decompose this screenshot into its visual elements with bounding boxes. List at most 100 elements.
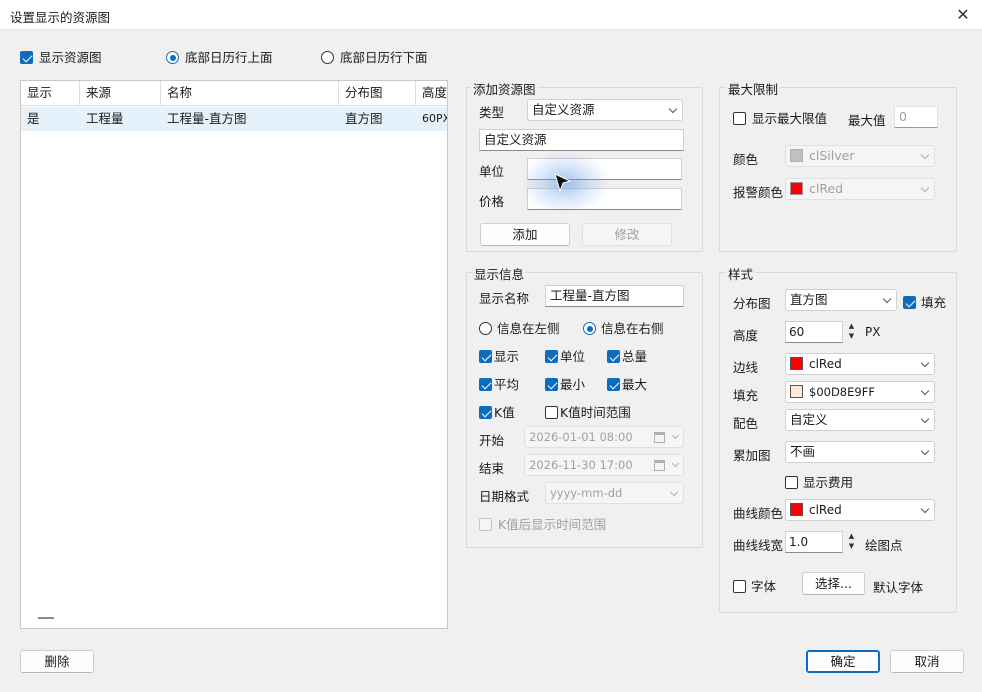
resource-name-field[interactable]: 自定义资源: [479, 129, 684, 151]
check-show[interactable]: 显示: [479, 346, 519, 365]
radio-label: 信息在右侧: [600, 321, 664, 336]
check-k-time-range[interactable]: K值时间范围: [545, 402, 631, 421]
curve-width-label: 曲线线宽: [733, 538, 784, 553]
height-stepper-buttons[interactable]: ▲ ▼: [844, 321, 859, 342]
checkbox-icon: [733, 112, 746, 125]
display-name-field[interactable]: 工程量-直方图: [545, 285, 684, 307]
chevron-down-icon: [668, 104, 678, 114]
palette-select[interactable]: 自定义: [785, 409, 935, 431]
height-unit: PX: [865, 325, 881, 339]
column-header-dist[interactable]: 分布图: [339, 81, 416, 106]
checkbox-label: 最大: [622, 377, 648, 392]
table-row[interactable]: 是 工程量 工程量-直方图 直方图 60PX: [21, 107, 447, 131]
ok-button[interactable]: 确定: [806, 650, 880, 673]
border-color-select[interactable]: clRed: [785, 353, 935, 375]
curve-width-stepper[interactable]: 1.0: [785, 531, 843, 553]
add-resource-title: 添加资源图: [471, 79, 538, 98]
check-min[interactable]: 最小: [545, 374, 585, 393]
type-label: 类型: [479, 105, 505, 120]
add-button[interactable]: 添加: [480, 223, 570, 246]
max-limit-title: 最大限制: [726, 79, 781, 98]
checkbox-label: 显示费用: [802, 475, 853, 490]
spin-down-icon[interactable]: ▼: [844, 541, 859, 551]
bottom-above-radio[interactable]: 底部日历行上面: [166, 47, 273, 66]
chevron-down-icon: [920, 446, 930, 456]
curve-color-label: 曲线颜色: [733, 506, 784, 521]
color-select[interactable]: clSilver: [785, 145, 935, 167]
color-swatch: [790, 149, 803, 162]
cell-show: 是: [27, 111, 40, 126]
chevron-down-icon: [669, 487, 679, 497]
fill-checkbox[interactable]: 填充: [903, 292, 946, 311]
end-label: 结束: [479, 461, 505, 476]
calendar-icon: [654, 432, 665, 443]
radio-icon: [583, 322, 596, 335]
start-datetime-picker[interactable]: 2026-01-01 08:00: [524, 426, 684, 448]
chevron-down-icon: [920, 150, 930, 160]
close-icon[interactable]: ✕: [952, 4, 974, 26]
checkbox-icon: [733, 580, 746, 593]
dist-select[interactable]: 直方图: [785, 289, 897, 311]
resource-chart-grid[interactable]: 显示 来源 名称 分布图 高度 是 工程量 工程量-直方图 直方图 60PX: [20, 80, 448, 629]
check-k-value[interactable]: K值: [479, 402, 515, 421]
checkbox-label: 单位: [560, 349, 586, 364]
checkbox-label: K值后显示时间范围: [497, 517, 607, 532]
checkbox-icon: [545, 350, 558, 363]
column-header-source[interactable]: 来源: [80, 81, 161, 106]
column-header-show[interactable]: 显示: [21, 81, 80, 106]
max-value-field[interactable]: 0: [894, 106, 938, 128]
show-cost-checkbox[interactable]: 显示费用: [785, 472, 853, 491]
type-select[interactable]: 自定义资源: [527, 99, 683, 121]
curve-width-stepper-buttons[interactable]: ▲ ▼: [844, 531, 859, 552]
checkbox-label: K值时间范围: [560, 405, 631, 420]
height-stepper[interactable]: 60: [785, 321, 843, 343]
chevron-down-icon: [920, 183, 930, 193]
border-color-swatch: [790, 357, 803, 370]
check-average[interactable]: 平均: [479, 374, 519, 393]
border-color-value: clRed: [809, 357, 842, 371]
info-right-radio[interactable]: 信息在右侧: [583, 318, 664, 337]
checkbox-icon: [479, 350, 492, 363]
start-datetime-value: 2026-01-01 08:00: [529, 430, 633, 444]
column-header-name[interactable]: 名称: [161, 81, 339, 106]
radio-icon: [321, 51, 334, 64]
checkbox-label: 填充: [920, 295, 946, 310]
overlay-select[interactable]: 不画: [785, 441, 935, 463]
end-datetime-picker[interactable]: 2026-11-30 17:00: [524, 454, 684, 476]
cancel-button[interactable]: 取消: [890, 650, 964, 673]
info-left-radio[interactable]: 信息在左侧: [479, 318, 560, 337]
show-max-checkbox[interactable]: 显示最大限值: [733, 108, 827, 127]
check-unit[interactable]: 单位: [545, 346, 585, 365]
check-max[interactable]: 最大: [607, 374, 647, 393]
check-total[interactable]: 总量: [607, 346, 647, 365]
dist-select-value: 直方图: [790, 292, 828, 307]
column-header-height[interactable]: 高度: [416, 81, 447, 106]
checkbox-label: 显示资源图: [38, 50, 102, 65]
bottom-below-radio[interactable]: 底部日历行下面: [321, 47, 428, 66]
alarm-color-swatch: [790, 182, 803, 195]
alarm-color-select[interactable]: clRed: [785, 178, 935, 200]
date-format-select[interactable]: yyyy-mm-dd: [545, 482, 684, 504]
font-checkbox[interactable]: 字体: [733, 576, 776, 595]
fill-color-select[interactable]: $00D8E9FF: [785, 381, 935, 403]
checkbox-icon: [607, 350, 620, 363]
radio-label: 信息在左侧: [496, 321, 560, 336]
radio-icon: [479, 322, 492, 335]
spin-up-icon[interactable]: ▲: [844, 531, 859, 541]
choose-font-button[interactable]: 选择...: [802, 572, 865, 595]
spin-down-icon[interactable]: ▼: [844, 331, 859, 341]
window-title: 设置显示的资源图: [10, 10, 111, 25]
curve-color-swatch: [790, 503, 803, 516]
curve-color-select[interactable]: clRed: [785, 499, 935, 521]
delete-button[interactable]: 删除: [20, 650, 94, 673]
cell-height: 60PX: [422, 112, 447, 125]
checkbox-icon: [545, 378, 558, 391]
spin-up-icon[interactable]: ▲: [844, 321, 859, 331]
draw-point-label: 绘图点: [865, 538, 903, 553]
default-font-label: 默认字体: [873, 580, 924, 595]
k-after-time-range-checkbox[interactable]: K值后显示时间范围: [479, 514, 606, 533]
show-resource-chart-checkbox[interactable]: 显示资源图: [20, 47, 102, 66]
horizontal-scrollbar[interactable]: [38, 617, 54, 619]
modify-button[interactable]: 修改: [582, 223, 672, 246]
unit-label: 单位: [479, 164, 505, 179]
